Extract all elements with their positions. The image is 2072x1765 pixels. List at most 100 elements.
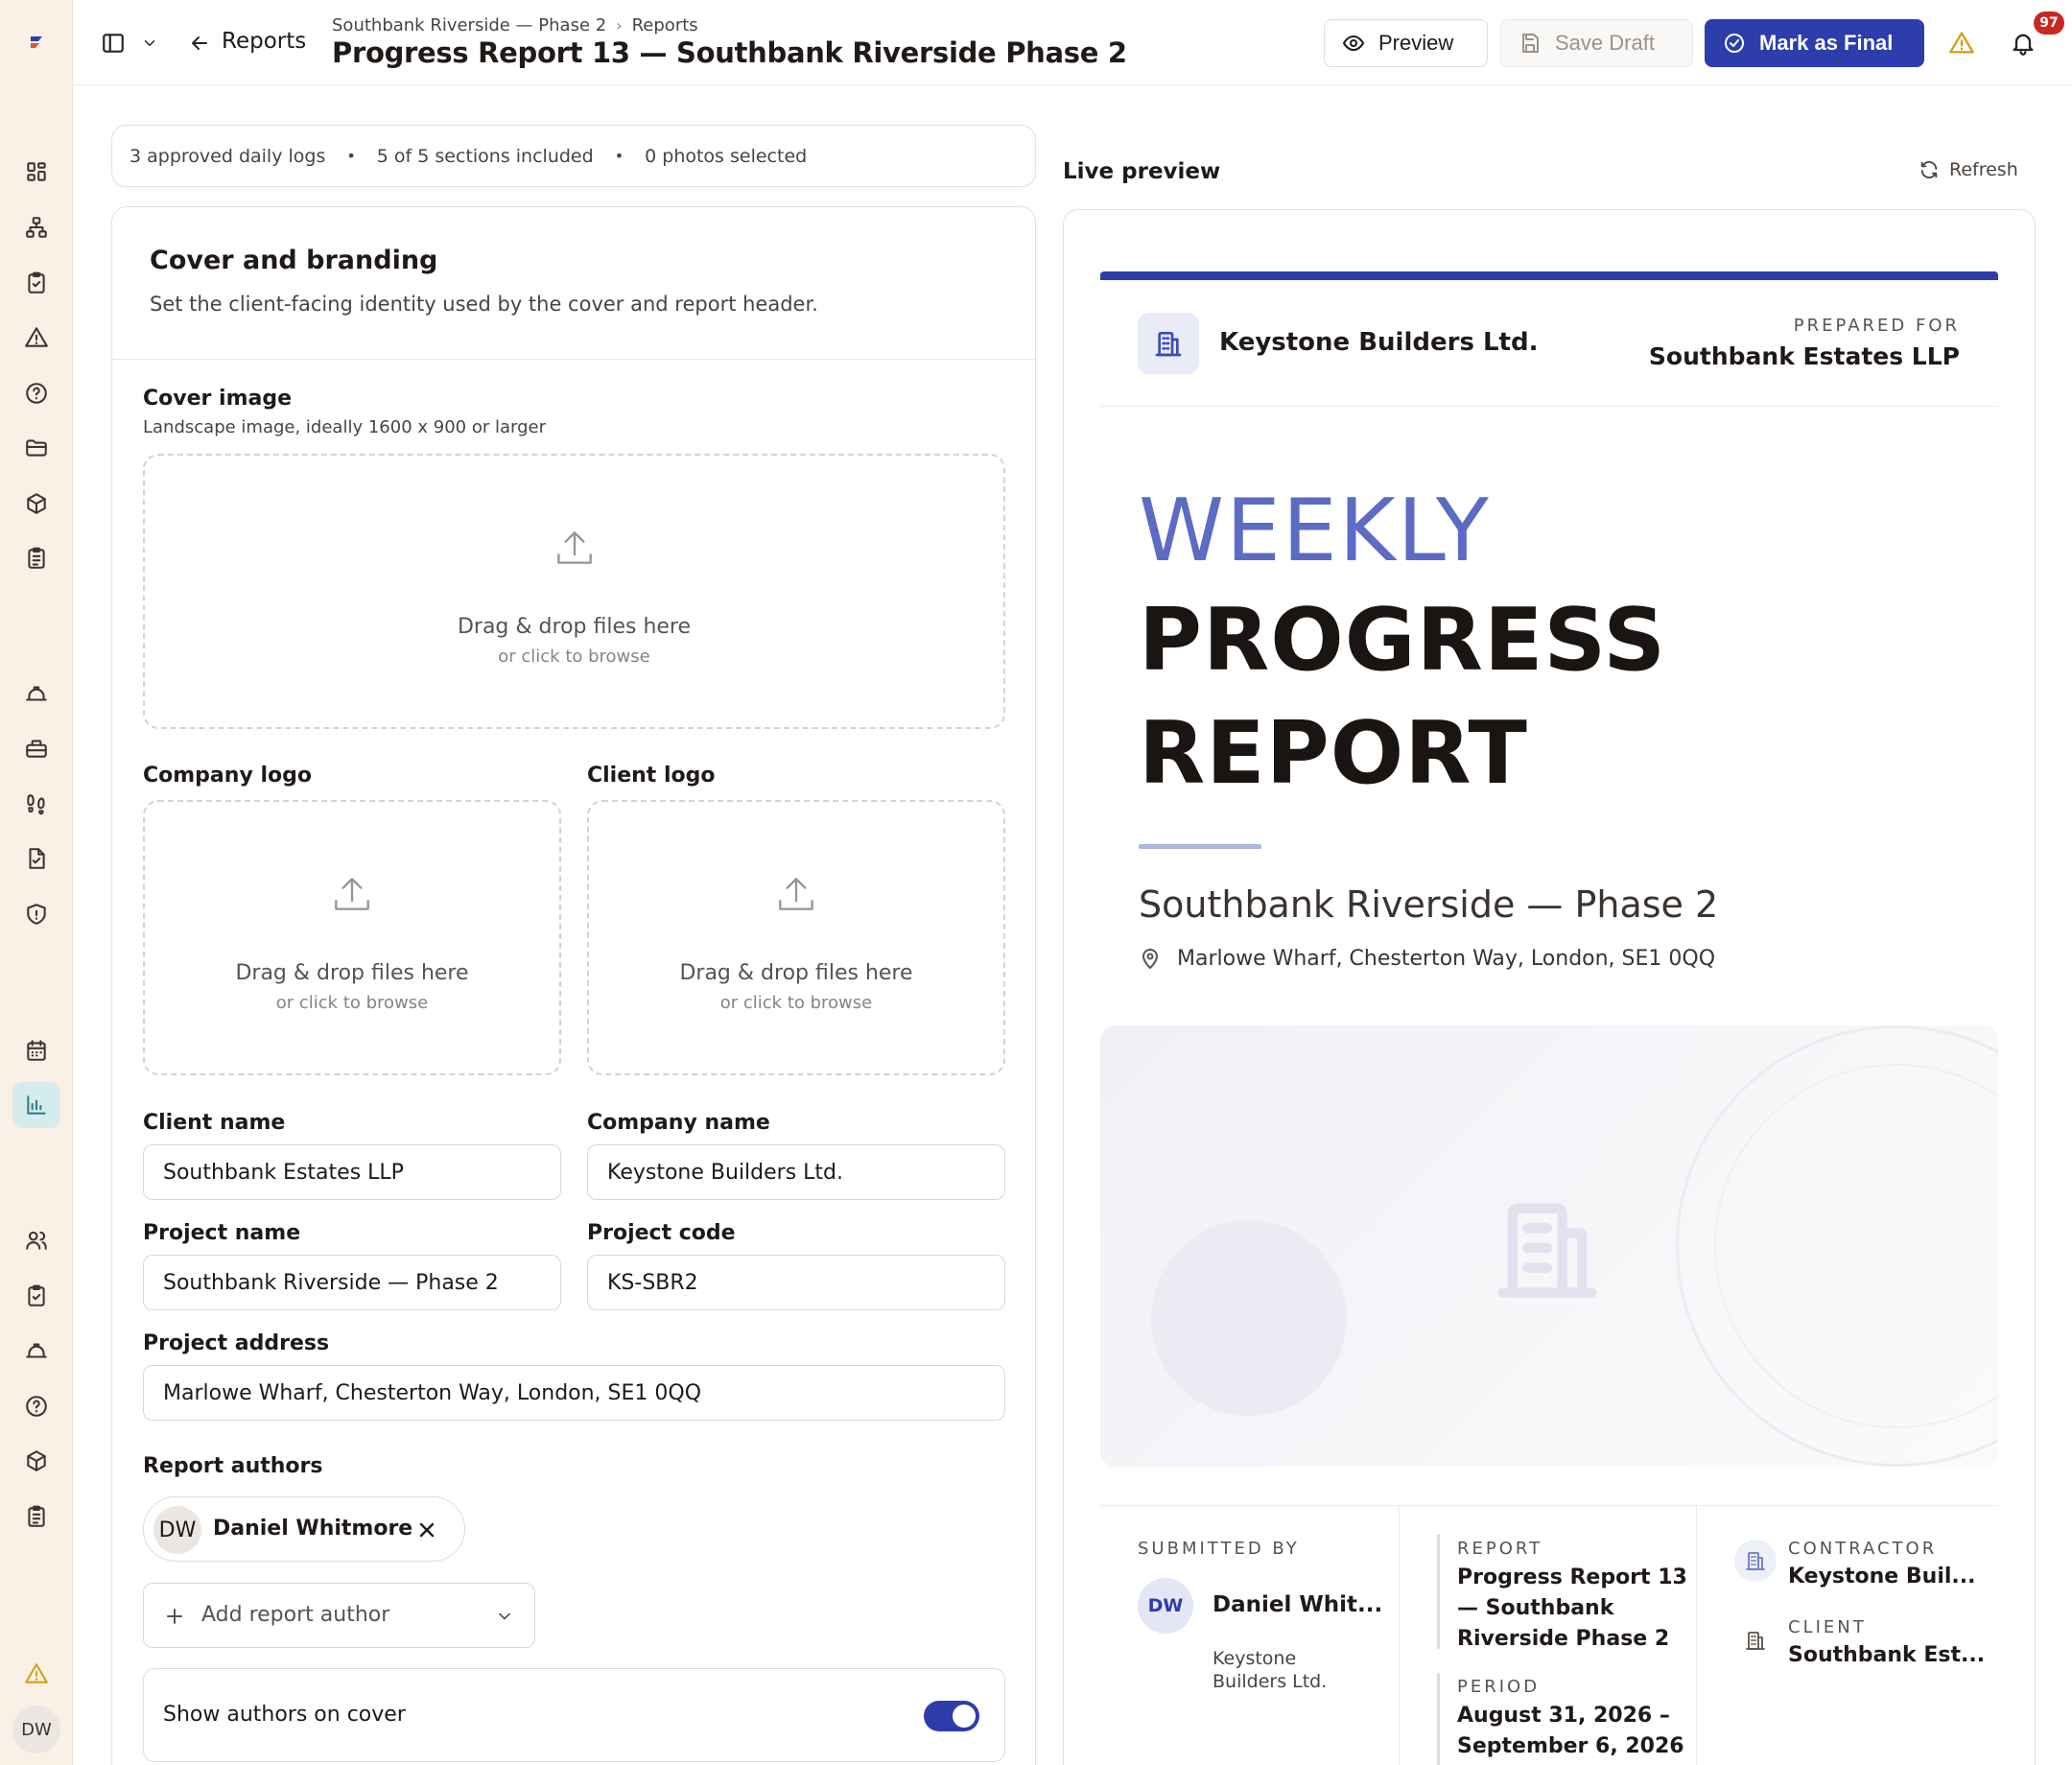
card-subtitle: Set the client-facing identity used by t… xyxy=(150,293,818,316)
save-icon xyxy=(1522,34,1539,53)
top-bar: Reports Southbank Riverside — Phase 2 › … xyxy=(74,0,2072,85)
breadcrumb-project[interactable]: Southbank Riverside — Phase 2 xyxy=(332,15,606,35)
period-value: August 31, 2026 – September 6, 2026 xyxy=(1457,1704,1684,1758)
client-logo-label: Client logo xyxy=(587,764,716,788)
notification-count-badge: 97 xyxy=(2034,12,2064,35)
column-divider xyxy=(1399,1505,1400,1765)
project-code-input[interactable]: KS-SBR2 xyxy=(587,1255,1005,1310)
map-pin-icon xyxy=(1142,948,1158,969)
warning-icon[interactable] xyxy=(23,324,50,351)
add-report-author-select[interactable]: Add report author xyxy=(143,1583,535,1648)
photos-selected-count: 0 photos selected xyxy=(645,145,808,167)
hard-hat-icon[interactable] xyxy=(23,1337,50,1364)
company-logo-dropzone[interactable]: Drag & drop files here or click to brows… xyxy=(143,800,561,1075)
mark-as-final-button-label: Mark as Final xyxy=(1759,31,1894,55)
preview-company-name: Keystone Builders Ltd. xyxy=(1219,328,1539,357)
mark-as-final-button[interactable]: Mark as Final xyxy=(1705,19,1924,67)
submitter-avatar: DW xyxy=(1138,1578,1193,1634)
breadcrumb-reports[interactable]: Reports xyxy=(632,15,698,35)
calendar-icon[interactable] xyxy=(23,1037,50,1064)
title-accent-line xyxy=(1139,844,1261,849)
toolbox-icon[interactable] xyxy=(23,735,50,762)
check-circle-icon xyxy=(1725,34,1744,53)
shield-icon[interactable] xyxy=(23,901,50,928)
dashboard-icon[interactable] xyxy=(23,158,50,185)
back-arrow-icon[interactable] xyxy=(186,30,213,57)
author-name: Daniel Whitmore xyxy=(213,1517,413,1541)
project-name-label: Project name xyxy=(143,1221,301,1245)
footprints-icon[interactable] xyxy=(23,790,50,817)
dropzone-subtitle: or click to browse xyxy=(498,647,650,667)
period-label: PERIOD xyxy=(1457,1677,1541,1697)
alert-icon[interactable] xyxy=(23,1660,50,1687)
cover-image-placeholder xyxy=(1100,1025,1998,1467)
dropzone-subtitle: or click to browse xyxy=(275,993,429,1013)
project-code-label: Project code xyxy=(587,1221,736,1245)
remove-author-close-icon[interactable] xyxy=(415,1518,438,1541)
cover-image-hint: Landscape image, ideally 1600 x 900 or l… xyxy=(143,417,546,437)
package-icon[interactable] xyxy=(23,490,50,517)
help-icon[interactable] xyxy=(23,380,50,407)
show-authors-toggle[interactable] xyxy=(924,1701,979,1731)
hard-hat-icon[interactable] xyxy=(23,680,50,707)
clipboard-check-icon[interactable] xyxy=(23,1283,50,1309)
building-icon xyxy=(1734,1619,1777,1661)
sidebar-toggle-icon[interactable] xyxy=(100,30,127,57)
plus-icon xyxy=(163,1605,186,1628)
contractor-value: Keystone Buil... xyxy=(1788,1565,1976,1588)
period-accent-line xyxy=(1437,1673,1440,1765)
client-value: Southbank Est... xyxy=(1788,1643,1986,1667)
clipboard-icon[interactable] xyxy=(23,545,50,572)
preview-button[interactable]: Preview xyxy=(1324,19,1488,67)
separator-dot: • xyxy=(614,147,624,165)
save-draft-button[interactable]: Save Draft xyxy=(1500,19,1693,67)
org-chart-icon[interactable] xyxy=(23,214,50,241)
refresh-icon xyxy=(1920,161,1938,178)
bell-icon[interactable] xyxy=(2009,29,2037,58)
package-icon[interactable] xyxy=(23,1447,50,1474)
preview-project-name: Southbank Riverside — Phase 2 xyxy=(1139,883,1719,926)
chevron-down-icon[interactable] xyxy=(140,34,159,53)
save-draft-button-label: Save Draft xyxy=(1555,31,1655,55)
warning-icon[interactable] xyxy=(1947,29,1976,58)
show-authors-setting: Show authors on cover xyxy=(143,1668,1005,1762)
checklist-icon[interactable] xyxy=(23,270,50,296)
building-icon xyxy=(1734,1540,1777,1582)
project-name-input[interactable]: Southbank Riverside — Phase 2 xyxy=(143,1255,561,1310)
project-address-input[interactable]: Marlowe Wharf, Chesterton Way, London, S… xyxy=(143,1365,1005,1421)
chevron-down-icon xyxy=(495,1607,514,1626)
breadcrumb: Southbank Riverside — Phase 2 › Reports xyxy=(332,15,698,35)
file-check-icon[interactable] xyxy=(23,845,50,872)
add-report-author-placeholder: Add report author xyxy=(201,1603,390,1627)
app-logo[interactable] xyxy=(27,33,46,52)
preview-button-label: Preview xyxy=(1378,31,1454,55)
sidebar: DW xyxy=(0,0,73,1765)
divider xyxy=(1100,1505,1998,1506)
folder-icon[interactable] xyxy=(23,435,50,461)
clipboard-icon[interactable] xyxy=(23,1503,50,1530)
submitted-by-label: SUBMITTED BY xyxy=(1138,1539,1300,1559)
company-name-input[interactable]: Keystone Builders Ltd. xyxy=(587,1144,1005,1200)
refresh-button[interactable]: Refresh xyxy=(1919,159,2018,180)
company-name-label: Company name xyxy=(587,1111,770,1135)
report-preview: Keystone Builders Ltd. PREPARED FOR Sout… xyxy=(1063,209,2036,1765)
client-label: CLIENT xyxy=(1788,1617,1867,1637)
decorative-circle xyxy=(1151,1220,1347,1416)
bar-chart-icon[interactable] xyxy=(12,1082,60,1128)
help-icon[interactable] xyxy=(23,1393,50,1420)
cover-image-dropzone[interactable]: Drag & drop files here or click to brows… xyxy=(143,454,1005,729)
dropzone-title: Drag & drop files here xyxy=(679,961,913,985)
prepared-for-client: Southbank Estates LLP xyxy=(1648,342,1960,370)
user-avatar[interactable]: DW xyxy=(12,1706,60,1753)
column-divider xyxy=(1696,1505,1697,1765)
contractor-label: CONTRACTOR xyxy=(1788,1539,1938,1559)
cover-title-report: REPORT xyxy=(1139,703,1528,804)
building-placeholder-icon xyxy=(1488,1188,1607,1307)
preview-address: Marlowe Wharf, Chesterton Way, London, S… xyxy=(1139,947,1715,971)
cover-title-progress: PROGRESS xyxy=(1139,590,1667,691)
back-to-reports-link[interactable]: Reports xyxy=(222,29,306,54)
client-logo-dropzone[interactable]: Drag & drop files here or click to brows… xyxy=(587,800,1005,1075)
client-name-input[interactable]: Southbank Estates LLP xyxy=(143,1144,561,1200)
users-icon[interactable] xyxy=(23,1227,50,1254)
client-name-label: Client name xyxy=(143,1111,286,1135)
